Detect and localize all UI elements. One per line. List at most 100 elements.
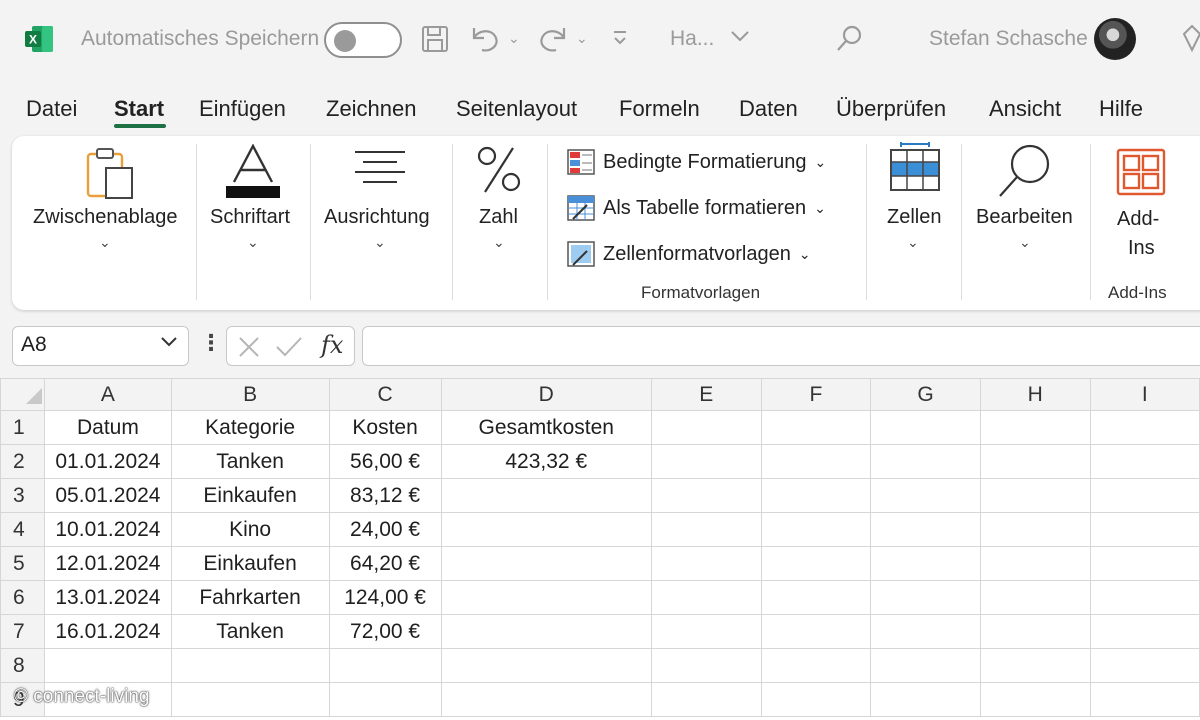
- cell-i7[interactable]: [1089, 614, 1200, 649]
- tab-start[interactable]: Start: [114, 96, 164, 122]
- cell-e5[interactable]: [650, 546, 762, 581]
- cell-f2[interactable]: [760, 444, 872, 479]
- clipboard-group[interactable]: Zwischenablage ⌄: [12, 136, 196, 310]
- cell-e4[interactable]: [650, 512, 762, 547]
- cell-f8[interactable]: [760, 648, 872, 683]
- autosave-toggle[interactable]: [324, 22, 402, 58]
- cancel-icon[interactable]: [237, 335, 261, 364]
- number-group[interactable]: Zahl ⌄: [453, 136, 547, 310]
- column-header-e[interactable]: E: [650, 378, 762, 411]
- cells-group[interactable]: Zellen ⌄: [867, 136, 961, 310]
- cell-d1[interactable]: Gesamtkosten: [440, 410, 652, 445]
- row-header-3[interactable]: 3: [0, 478, 46, 513]
- cell-b1[interactable]: Kategorie: [170, 410, 330, 445]
- format-as-table-button[interactable]: Als Tabelle formatieren ⌄: [567, 193, 826, 223]
- cell-g2[interactable]: [870, 444, 981, 479]
- chevron-down-icon[interactable]: [730, 28, 750, 44]
- cell-d4[interactable]: [440, 512, 652, 547]
- tab-hilfe[interactable]: Hilfe: [1099, 96, 1143, 122]
- row-header-8[interactable]: 8: [0, 648, 46, 683]
- tab-ansicht[interactable]: Ansicht: [989, 96, 1061, 122]
- cell-c7[interactable]: 72,00 €: [328, 614, 442, 649]
- cell-h3[interactable]: [979, 478, 1091, 513]
- row-header-2[interactable]: 2: [0, 444, 46, 479]
- cell-i6[interactable]: [1089, 580, 1200, 615]
- user-name[interactable]: Stefan Schasche: [929, 27, 1088, 51]
- cell-c1[interactable]: Kosten: [328, 410, 442, 445]
- cell-b2[interactable]: Tanken: [170, 444, 330, 479]
- tab-seitenlayout[interactable]: Seitenlayout: [456, 96, 577, 122]
- diamond-icon[interactable]: [1180, 24, 1200, 54]
- cell-h2[interactable]: [979, 444, 1091, 479]
- cell-g6[interactable]: [870, 580, 981, 615]
- cell-g9[interactable]: [870, 682, 981, 717]
- redo-dropdown-chevron-icon[interactable]: ⌄: [576, 30, 588, 47]
- avatar[interactable]: [1094, 18, 1136, 60]
- cell-c8[interactable]: [328, 648, 442, 683]
- cell-i9[interactable]: [1089, 682, 1200, 717]
- cell-e8[interactable]: [650, 648, 762, 683]
- enter-check-icon[interactable]: [275, 335, 303, 364]
- cell-g7[interactable]: [870, 614, 981, 649]
- cell-d7[interactable]: [440, 614, 652, 649]
- conditional-formatting-button[interactable]: Bedingte Formatierung ⌄: [567, 147, 826, 177]
- column-header-b[interactable]: B: [170, 378, 330, 411]
- cell-d3[interactable]: [440, 478, 652, 513]
- editing-group[interactable]: Bearbeiten ⌄: [962, 136, 1090, 310]
- cell-d5[interactable]: [440, 546, 652, 581]
- cell-f6[interactable]: [760, 580, 872, 615]
- cell-g1[interactable]: [870, 410, 981, 445]
- cell-g8[interactable]: [870, 648, 981, 683]
- cell-i8[interactable]: [1089, 648, 1200, 683]
- cell-a2[interactable]: 01.01.2024: [44, 444, 172, 479]
- insert-function-icon[interactable]: fx: [321, 331, 343, 359]
- cell-i1[interactable]: [1089, 410, 1200, 445]
- cell-b3[interactable]: Einkaufen: [170, 478, 330, 513]
- column-header-d[interactable]: D: [440, 378, 652, 411]
- redo-icon[interactable]: [536, 24, 570, 54]
- cell-f1[interactable]: [760, 410, 872, 445]
- cell-g3[interactable]: [870, 478, 981, 513]
- formula-input[interactable]: [362, 326, 1200, 366]
- cell-e6[interactable]: [650, 580, 762, 615]
- cell-f9[interactable]: [760, 682, 872, 717]
- tab-zeichnen[interactable]: Zeichnen: [326, 96, 417, 122]
- chevron-down-icon[interactable]: [160, 335, 178, 354]
- cell-e9[interactable]: [650, 682, 762, 717]
- row-header-6[interactable]: 6: [0, 580, 46, 615]
- cell-h1[interactable]: [979, 410, 1091, 445]
- cell-a7[interactable]: 16.01.2024: [44, 614, 172, 649]
- alignment-group[interactable]: Ausrichtung ⌄: [311, 136, 451, 310]
- row-header-5[interactable]: 5: [0, 546, 46, 581]
- cell-c2[interactable]: 56,00 €: [328, 444, 442, 479]
- more-options-icon[interactable]: ⋮: [200, 330, 222, 356]
- cell-d2[interactable]: 423,32 €: [440, 444, 652, 479]
- cell-d6[interactable]: [440, 580, 652, 615]
- row-header-4[interactable]: 4: [0, 512, 46, 547]
- column-header-c[interactable]: C: [328, 378, 442, 411]
- cell-d8[interactable]: [440, 648, 652, 683]
- cell-e1[interactable]: [650, 410, 762, 445]
- cell-d9[interactable]: [440, 682, 652, 717]
- cell-a4[interactable]: 10.01.2024: [44, 512, 172, 547]
- undo-dropdown-chevron-icon[interactable]: ⌄: [508, 30, 520, 47]
- tab-ueberpruefen[interactable]: Überprüfen: [836, 96, 946, 122]
- cell-h4[interactable]: [979, 512, 1091, 547]
- cell-f3[interactable]: [760, 478, 872, 513]
- cell-c6[interactable]: 124,00 €: [328, 580, 442, 615]
- column-header-f[interactable]: F: [760, 378, 872, 411]
- column-header-i[interactable]: I: [1089, 378, 1200, 411]
- column-header-h[interactable]: H: [979, 378, 1091, 411]
- cell-h5[interactable]: [979, 546, 1091, 581]
- cell-h9[interactable]: [979, 682, 1091, 717]
- font-group[interactable]: Schriftart ⌄: [197, 136, 310, 310]
- row-header-1[interactable]: 1: [0, 410, 46, 445]
- tab-formeln[interactable]: Formeln: [619, 96, 700, 122]
- cell-f5[interactable]: [760, 546, 872, 581]
- cell-b4[interactable]: Kino: [170, 512, 330, 547]
- cell-a3[interactable]: 05.01.2024: [44, 478, 172, 513]
- cell-e7[interactable]: [650, 614, 762, 649]
- cell-f4[interactable]: [760, 512, 872, 547]
- cell-b6[interactable]: Fahrkarten: [170, 580, 330, 615]
- cell-b7[interactable]: Tanken: [170, 614, 330, 649]
